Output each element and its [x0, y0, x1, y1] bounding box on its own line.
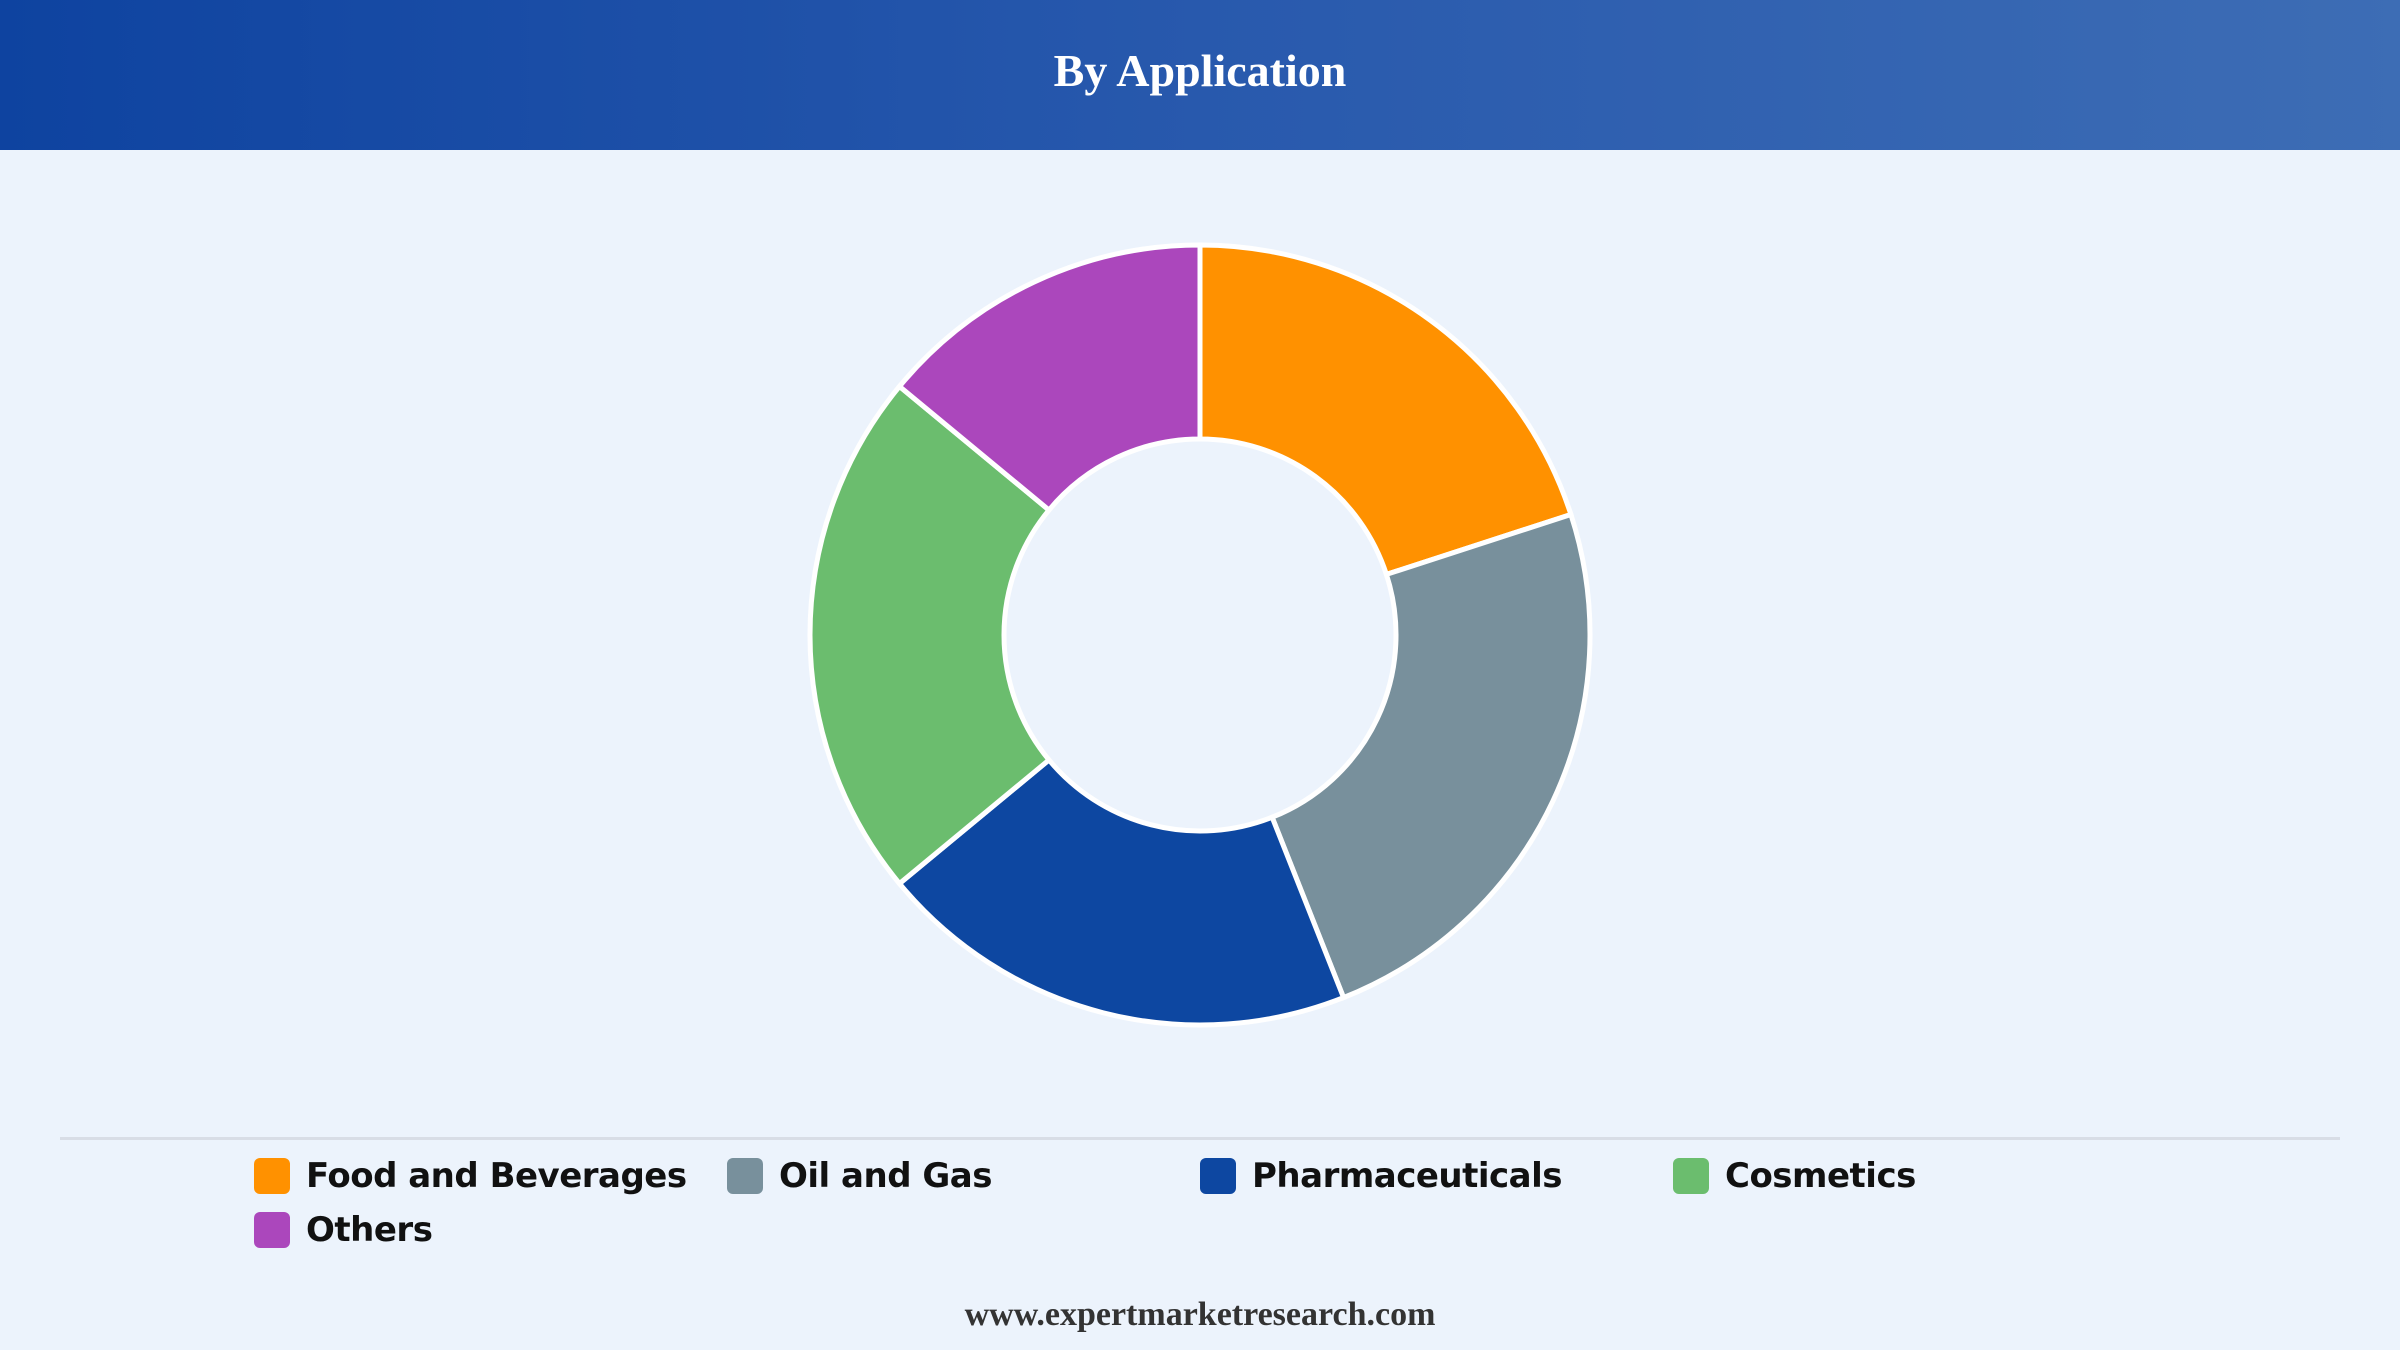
donut-slice-food-and-beverages[interactable]: [1197, 242, 1575, 578]
legend-divider: [60, 1137, 2340, 1140]
legend-item-oil-and-gas[interactable]: Oil and Gas: [727, 1152, 992, 1200]
legend-label: Cosmetics: [1725, 1156, 1916, 1196]
header-bar: By Application: [0, 0, 2400, 150]
legend-item-pharmaceuticals[interactable]: Pharmaceuticals: [1200, 1152, 1563, 1200]
legend-label: Others: [306, 1210, 433, 1250]
legend-swatch: [1200, 1158, 1236, 1194]
donut-slice-oil-and-gas[interactable]: [1268, 511, 1593, 1001]
legend-swatch: [1673, 1158, 1709, 1194]
legend-label: Food and Beverages: [306, 1156, 687, 1196]
source-footer: www.expertmarketresearch.com: [964, 1296, 1436, 1333]
legend-swatch: [727, 1158, 763, 1194]
chart-title: By Application: [1053, 44, 1347, 96]
legend-swatch: [254, 1212, 290, 1248]
legend-swatch: [254, 1158, 290, 1194]
legend-label: Oil and Gas: [779, 1156, 992, 1196]
legend-item-cosmetics[interactable]: Cosmetics: [1673, 1152, 1916, 1200]
legend-label: Pharmaceuticals: [1252, 1156, 1563, 1196]
donut-chart: [807, 242, 1593, 1028]
legend-item-food-and-beverages[interactable]: Food and Beverages: [254, 1152, 687, 1200]
legend-item-others[interactable]: Others: [254, 1206, 433, 1254]
